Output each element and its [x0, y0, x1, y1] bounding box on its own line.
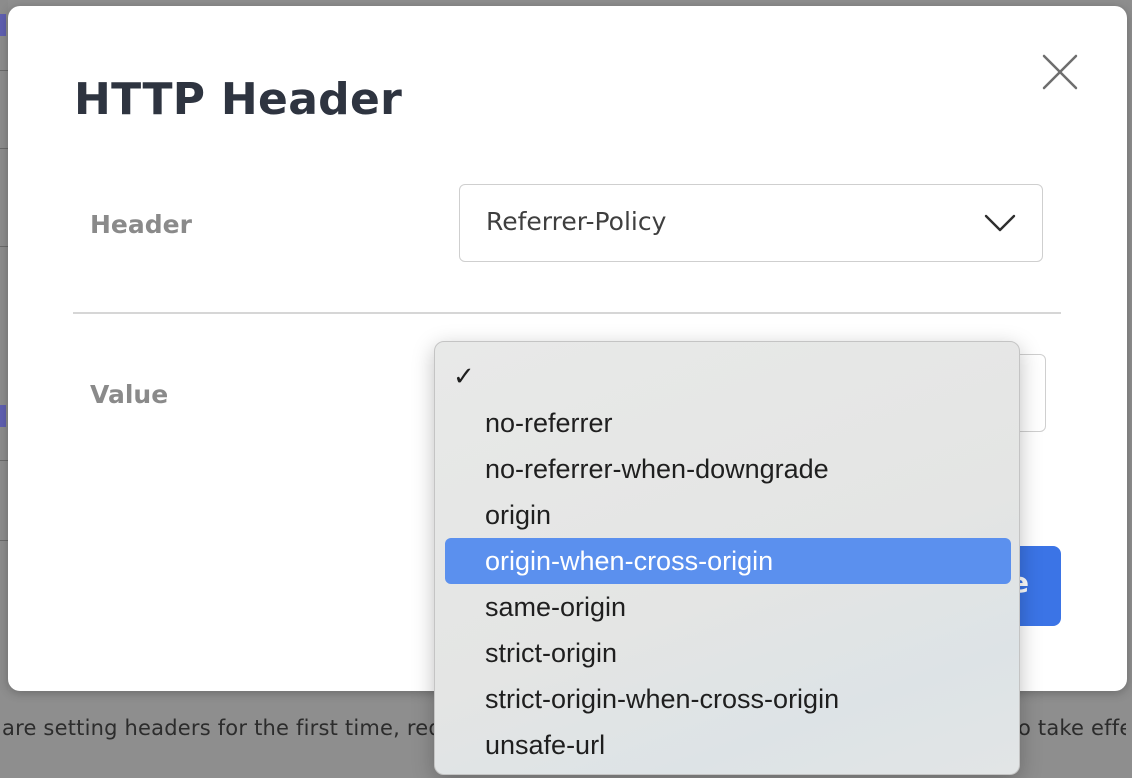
dropdown-option-label: origin-when-cross-origin [485, 546, 774, 576]
dropdown-option-label: no-referrer-when-downgrade [485, 454, 829, 484]
background-divider [0, 70, 8, 71]
dropdown-option[interactable]: no-referrer [445, 400, 1011, 446]
value-dropdown-menu: ✓ no-referrer no-referrer-when-downgrade or… [434, 341, 1020, 775]
dropdown-option[interactable]: strict-origin [445, 630, 1011, 676]
background-divider [0, 460, 8, 461]
background-row-marker [0, 14, 6, 36]
checkmark-icon: ✓ [453, 362, 475, 392]
dropdown-option[interactable]: strict-origin-when-cross-origin [445, 676, 1011, 722]
background-footer-text-right: o take effe [1018, 716, 1132, 740]
dropdown-option[interactable]: origin-when-cross-origin [445, 538, 1011, 584]
dropdown-option-label: strict-origin [485, 638, 618, 668]
close-icon [1042, 54, 1078, 90]
section-divider [73, 312, 1061, 314]
dropdown-option-label: no-referrer [485, 408, 613, 438]
background-divider [0, 540, 8, 541]
dropdown-option-label: strict-origin-when-cross-origin [485, 684, 840, 714]
dropdown-option-label: same-origin [485, 592, 627, 622]
dropdown-option[interactable]: same-origin [445, 584, 1011, 630]
page: are setting headers for the first time, … [0, 0, 1132, 778]
value-label: Value [90, 380, 169, 409]
header-label: Header [90, 210, 192, 239]
background-divider [0, 148, 8, 149]
close-button[interactable] [1040, 52, 1080, 92]
background-footer-text: are setting headers for the first time, … [2, 716, 456, 740]
dropdown-option-label: unsafe-url [485, 730, 606, 760]
dropdown-option[interactable]: unsafe-url [445, 722, 1011, 768]
dropdown-option[interactable]: origin [445, 492, 1011, 538]
header-select-value: Referrer-Policy [486, 207, 667, 236]
dropdown-option-label: origin [485, 500, 552, 530]
chevron-down-icon [984, 214, 1016, 232]
dropdown-option[interactable]: ✓ [445, 354, 1011, 400]
background-row-marker [0, 405, 6, 427]
background-left-strip [0, 0, 8, 778]
header-select[interactable]: Referrer-Policy [459, 184, 1043, 262]
background-divider [0, 246, 8, 247]
modal-title: HTTP Header [74, 74, 403, 125]
dropdown-option[interactable]: no-referrer-when-downgrade [445, 446, 1011, 492]
